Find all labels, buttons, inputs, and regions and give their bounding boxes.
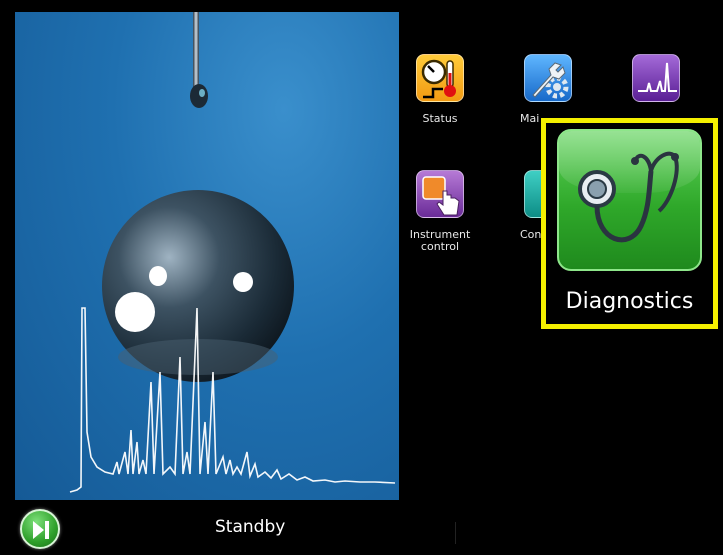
hand-touch-icon <box>416 170 464 218</box>
wrench-gear-icon <box>524 54 572 102</box>
play-skip-icon <box>33 521 49 539</box>
status-bar: Standby <box>0 500 723 555</box>
status-app-label: Status <box>422 112 458 125</box>
instrument-status-text: Standby <box>215 517 286 537</box>
hero-image-mercury-drop <box>15 12 399 500</box>
sphere-reflection-small <box>149 266 167 286</box>
needle-droplet <box>190 84 208 108</box>
status-app[interactable]: Status <box>408 54 472 125</box>
spectra-app[interactable] <box>624 54 688 102</box>
sphere-reflection-large <box>115 292 155 332</box>
diagnostics-button[interactable]: Diagnostics <box>541 118 718 329</box>
spectrum-peaks-icon <box>632 54 680 102</box>
stethoscope-icon <box>557 129 702 271</box>
play-skip-button[interactable] <box>20 509 60 549</box>
sphere-reflection-right <box>233 272 253 292</box>
maintenance-app[interactable]: Mai <box>516 54 580 125</box>
status-gauge-thermometer-icon <box>416 54 464 102</box>
needle-droplet-highlight <box>199 89 205 97</box>
instrument-control-app-label: Instrument control <box>409 228 471 253</box>
hero-illustration <box>69 12 396 493</box>
needle <box>193 12 199 92</box>
top-frame <box>0 0 723 12</box>
instrument-control-app[interactable]: Instrument control <box>408 170 472 253</box>
diagnostics-label: Diagnostics <box>565 289 694 314</box>
status-divider <box>455 522 456 544</box>
